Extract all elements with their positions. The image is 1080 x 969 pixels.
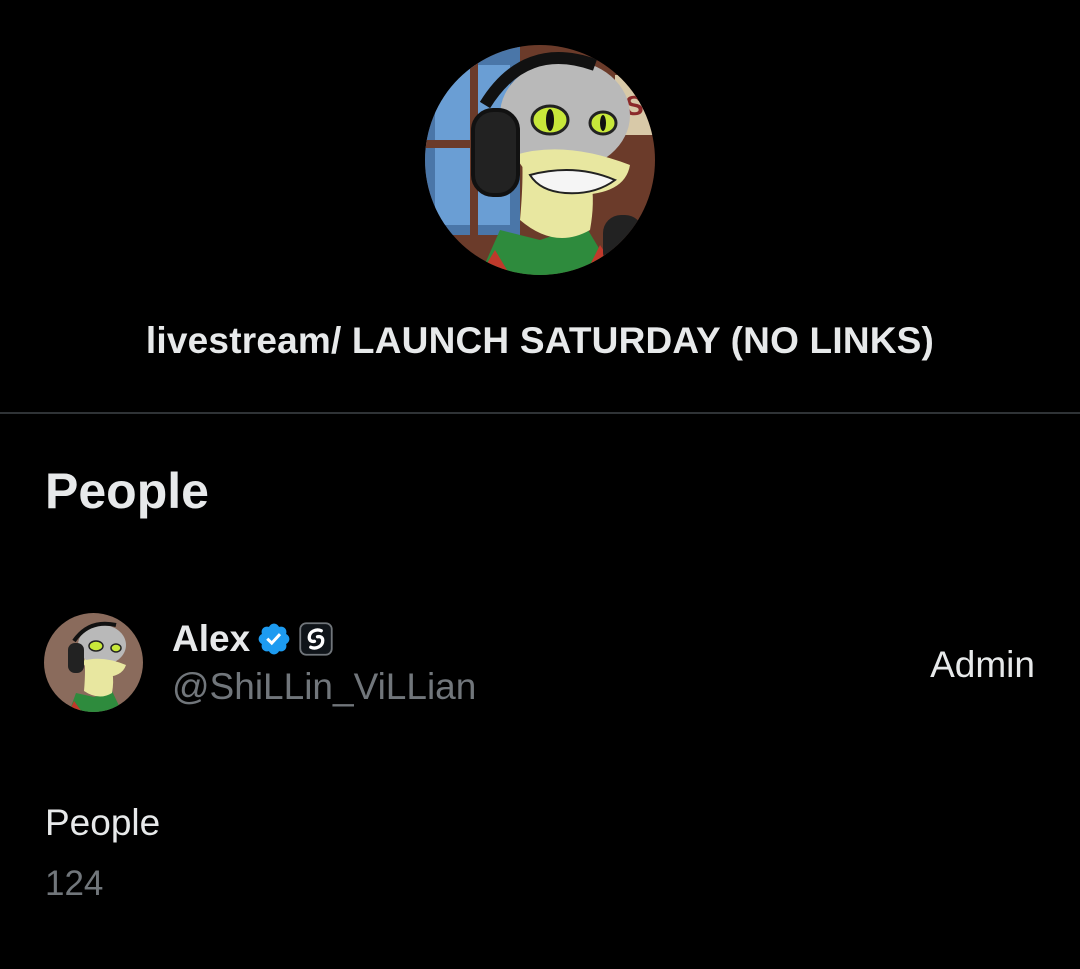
lizard-small-avatar-image bbox=[44, 613, 143, 712]
space-details-page: S livestream/ LAUNCH SATURDAY (NO LINKS)… bbox=[0, 0, 1080, 969]
person-name: Alex bbox=[172, 618, 251, 659]
people-section-heading: People bbox=[45, 463, 209, 519]
verified-badge-icon bbox=[256, 621, 292, 657]
avatar[interactable] bbox=[44, 613, 143, 712]
space-title: livestream/ LAUNCH SATURDAY (NO LINKS) bbox=[145, 320, 935, 361]
role-label: Admin bbox=[930, 644, 1035, 685]
person-name-line: Alex bbox=[172, 618, 334, 660]
affiliate-badge-icon[interactable] bbox=[298, 621, 334, 657]
space-avatar[interactable]: S bbox=[425, 45, 655, 275]
people-count-label: People bbox=[45, 802, 161, 843]
people-count-value: 124 bbox=[45, 864, 104, 903]
people-list-item[interactable]: Alex @ShiLLin_ViLLian Admin bbox=[0, 600, 1080, 725]
lizard-avatar-image: S bbox=[425, 45, 655, 275]
person-handle: @ShiLLin_ViLLian bbox=[172, 666, 477, 707]
section-divider bbox=[0, 412, 1080, 414]
